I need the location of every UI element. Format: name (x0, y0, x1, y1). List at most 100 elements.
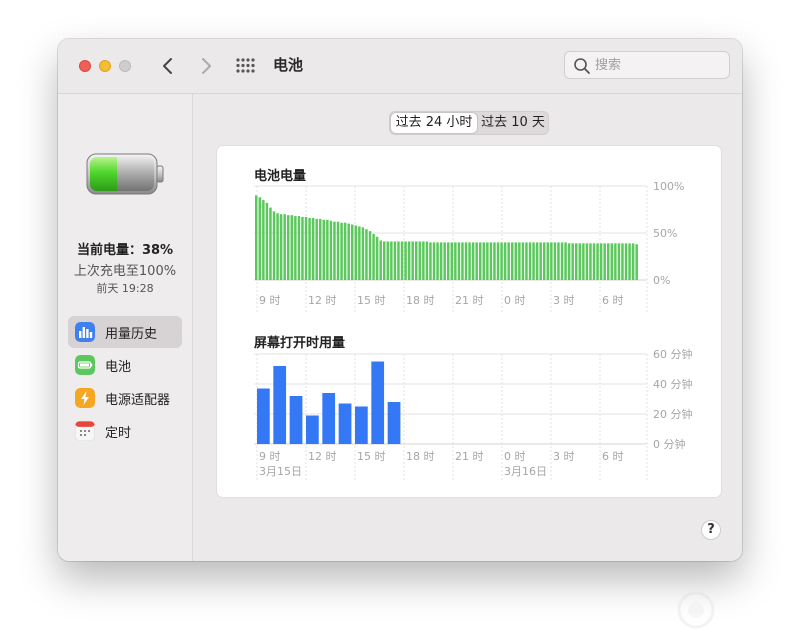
battery-level-bar (454, 242, 457, 280)
battery-level-bar (255, 195, 258, 280)
grid-dot (241, 69, 245, 73)
battery-level-bar (304, 217, 308, 280)
forward-button[interactable] (196, 55, 216, 77)
title-bar: 电池 (58, 39, 742, 94)
zoom-window-button[interactable] (119, 60, 131, 72)
battery-level-bar (432, 242, 436, 280)
sidebar-item-battery[interactable]: 电池 (68, 349, 182, 381)
battery-level-bar (262, 200, 265, 280)
battery-level-bar (610, 243, 614, 280)
battery-level-bar (571, 243, 574, 280)
battery-level-bar (322, 219, 326, 280)
battery-level-bar (553, 242, 557, 280)
x-tick-label: 18 时 (406, 294, 435, 307)
battery-level-bar (319, 218, 322, 280)
search-box[interactable] (564, 51, 730, 79)
grid-dot (236, 63, 240, 68)
battery-level-icon (86, 153, 164, 195)
x-tick-label: 9 时 (259, 450, 281, 463)
x-tick-label: 15 时 (357, 450, 386, 463)
bar-chart-icon (75, 322, 95, 342)
chevron-left-icon (163, 58, 172, 74)
battery-level-bar (358, 226, 361, 280)
x-tick-label: 12 时 (308, 294, 337, 307)
battery-level-bar (592, 243, 596, 280)
sidebar-item-usage-history[interactable]: 用量历史 (68, 316, 182, 348)
battery-level-bar (525, 242, 528, 280)
grid-dot (246, 58, 250, 62)
battery-level-bar (518, 242, 521, 280)
battery-level-bar (486, 242, 489, 280)
help-button[interactable]: ? (701, 520, 721, 540)
battery-level-bar (425, 241, 429, 280)
minimize-window-button[interactable] (99, 60, 111, 72)
back-button[interactable] (158, 55, 178, 77)
battery-level-bar (450, 242, 454, 280)
battery-level-bar (393, 241, 397, 280)
grid-dot (241, 63, 245, 68)
y-tick-label: 20 分钟 (653, 407, 693, 421)
battery-level-bar (279, 214, 283, 280)
battery-level-bar (461, 242, 464, 280)
segment-last-10-days[interactable]: 过去 10 天 (478, 113, 548, 133)
battery-level-bar (514, 242, 518, 280)
x-tick-label: 0 时 (504, 450, 526, 463)
sidebar-item-label: 定时 (105, 426, 132, 441)
battery-level-bar (407, 241, 411, 280)
last-charge-time: 前天 19:28 (96, 282, 154, 295)
battery-level-bar (315, 218, 318, 280)
sidebar-item-schedule[interactable]: 定时 (68, 415, 182, 447)
battery-level-bar (535, 242, 539, 280)
battery-level-bar (546, 242, 550, 280)
battery-level-bar (521, 242, 525, 280)
chevron-right-icon (202, 58, 211, 74)
battery-level-bar (628, 243, 631, 280)
screen-on-usage-chart: 60 分钟 40 分钟 20 分钟 0 分钟 9 时 12 时 15 时 18 时 21 时 0 … (254, 347, 693, 480)
battery-level-bar (429, 242, 432, 280)
battery-level-bar (614, 243, 617, 280)
battery-level-bar (269, 207, 272, 280)
x-tick-label: 3 时 (553, 450, 575, 463)
battery-level-bar (379, 240, 382, 280)
battery-level-bar (418, 241, 422, 280)
calendar-icon (75, 421, 95, 441)
battery-icon (75, 355, 95, 375)
show-all-button[interactable] (236, 57, 256, 75)
y-tick-label: 0% (653, 274, 670, 287)
grid-dot (251, 63, 255, 68)
battery-level-bar (464, 242, 468, 280)
battery-level-bar (575, 243, 578, 280)
screen-usage-bar (289, 396, 303, 444)
screen-usage-bar (355, 406, 368, 444)
battery-level-bar (336, 221, 340, 280)
battery-level-bar (589, 243, 592, 280)
grid-dot (246, 69, 250, 73)
grid-dot (236, 58, 240, 62)
battery-level-bar (283, 214, 286, 280)
battery-level-bar (368, 231, 372, 280)
date-label: 3月15日 (259, 465, 302, 478)
close-window-button[interactable] (79, 60, 91, 72)
segment-last-24-hours[interactable]: 过去 24 小时 (391, 113, 477, 133)
y-tick-label: 0 分钟 (653, 437, 686, 451)
battery-level-bar (301, 217, 304, 280)
usage-charts-card: 电池电量 100% 50% 0% 9 时 12 时 15 时 18 时 21 时0 时3 时6… (217, 146, 721, 497)
battery-level-bar (265, 202, 269, 280)
sidebar-item-label: 电源适配器 (105, 393, 171, 408)
x-tick-label: 21 时 (455, 450, 484, 463)
screen-usage-bar (257, 388, 270, 444)
battery-level-bar (436, 242, 439, 280)
battery-level-bar (258, 197, 262, 280)
battery-level-bar (365, 229, 368, 280)
battery-level-bar (564, 242, 567, 280)
search-input[interactable] (595, 57, 723, 73)
grid-dot (246, 63, 250, 68)
sidebar-item-power-adapter[interactable]: 电源适配器 (68, 382, 182, 414)
battery-level-bar (617, 243, 621, 280)
battery-level-bar (443, 242, 446, 280)
battery-level-bar (411, 241, 414, 280)
battery-level-bar (351, 224, 354, 280)
battery-level-bar (493, 242, 496, 280)
battery-level-bar (422, 241, 425, 280)
main-content: 过去 24 小时 过去 10 天 电池电量 100% 50% 0% 9 时 12 时 15… (193, 94, 742, 561)
